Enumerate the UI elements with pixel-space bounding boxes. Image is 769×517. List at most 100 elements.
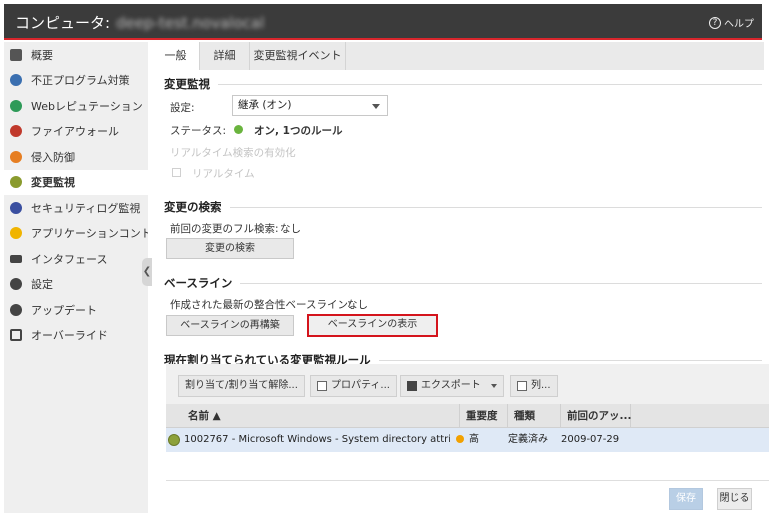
chevron-left-icon: ❮ bbox=[142, 266, 152, 277]
export-button[interactable]: エクスポート bbox=[400, 375, 504, 397]
severity-high-icon bbox=[456, 435, 464, 443]
tab-integrity-events[interactable]: 変更監視イベント bbox=[250, 42, 346, 70]
sidebar-item-label: インタフェース bbox=[31, 252, 108, 266]
export-label: エクスポート bbox=[421, 380, 481, 391]
chevron-down-icon bbox=[490, 384, 497, 388]
help-link[interactable]: ? ヘルプ bbox=[709, 15, 754, 30]
log-inspection-icon bbox=[10, 201, 22, 214]
rule-name-cell: 1002767 - Microsoft Windows - System dir… bbox=[184, 434, 450, 445]
sidebar-item-anti-malware[interactable]: 不正プログラム対策 bbox=[4, 68, 148, 94]
baseline-latest-value: なし bbox=[347, 299, 368, 311]
columns-icon bbox=[517, 381, 527, 391]
help-label: ヘルプ bbox=[724, 19, 754, 30]
last-scan-label: 前回の変更のフル検索: bbox=[170, 223, 279, 235]
sidebar-item-label: アップデート bbox=[31, 303, 97, 317]
sidebar-item-label: 概要 bbox=[31, 48, 53, 62]
sidebar-item-interfaces[interactable]: インタフェース bbox=[4, 246, 148, 272]
section-title: ベースライン bbox=[164, 276, 233, 290]
sidebar-collapse-handle[interactable]: ❮ bbox=[142, 258, 152, 286]
application-control-icon bbox=[10, 227, 22, 240]
close-button[interactable]: 閉じる bbox=[717, 488, 752, 510]
section-divider bbox=[378, 359, 762, 361]
sidebar-item-web-reputation[interactable]: Webレピュテーション bbox=[4, 93, 148, 119]
save-button[interactable]: 保存 bbox=[669, 488, 703, 510]
column-header-type[interactable]: 種類 bbox=[508, 404, 561, 428]
table-row[interactable]: 1002767 - Microsoft Windows - System dir… bbox=[166, 428, 769, 452]
setting-select[interactable]: 継承 (オン) bbox=[232, 95, 388, 116]
scan-section-heading: 変更の検索 bbox=[164, 199, 762, 215]
sidebar-item-application-control[interactable]: アプリケーションコントロール bbox=[4, 221, 148, 247]
section-divider bbox=[240, 282, 762, 284]
rule-severity-cell: 高 bbox=[456, 428, 506, 452]
window-title-prefix: コンピュータ: bbox=[15, 14, 111, 32]
sidebar-item-label: 設定 bbox=[31, 278, 53, 292]
firewall-icon bbox=[10, 125, 22, 138]
sidebar-item-label: Webレピュテーション bbox=[31, 99, 143, 113]
baseline-latest-label: 作成された最新の整合性ベースライン: bbox=[170, 299, 352, 311]
properties-button[interactable]: プロパティ... bbox=[310, 375, 397, 397]
rule-severity-value: 高 bbox=[469, 434, 479, 445]
sidebar-item-label: セキュリティログ監視 bbox=[31, 201, 141, 215]
chevron-down-icon bbox=[372, 104, 380, 109]
baseline-section-heading: ベースライン bbox=[164, 275, 762, 291]
columns-label: 列... bbox=[531, 380, 551, 391]
tab-details[interactable]: 詳細 bbox=[200, 42, 250, 70]
sidebar: 概要 不正プログラム対策 Webレピュテーション ファイアウォール 侵入防御 変… bbox=[4, 42, 148, 513]
rules-table-header: 名前 ▲ 重要度 種類 前回のアッ... bbox=[166, 404, 769, 428]
status-value: オン, 1つのルール bbox=[254, 125, 343, 137]
updates-icon bbox=[10, 303, 22, 316]
window-title: コンピュータ: deep-test.novalocal bbox=[15, 12, 264, 33]
status-label: ステータス: bbox=[170, 125, 227, 137]
web-reputation-icon bbox=[10, 99, 22, 112]
sidebar-item-updates[interactable]: アップデート bbox=[4, 297, 148, 323]
section-divider bbox=[229, 206, 762, 208]
sidebar-item-label: ファイアウォール bbox=[31, 125, 119, 139]
overview-icon bbox=[10, 48, 22, 61]
last-scan-value: なし bbox=[280, 223, 301, 235]
realtime-checkbox[interactable] bbox=[172, 168, 181, 177]
properties-label: プロパティ... bbox=[331, 380, 390, 391]
sidebar-item-label: 侵入防御 bbox=[31, 150, 75, 164]
overrides-icon bbox=[10, 329, 22, 342]
sidebar-item-label: 不正プログラム対策 bbox=[31, 74, 130, 88]
title-bar: コンピュータ: deep-test.novalocal ? ヘルプ bbox=[4, 4, 762, 40]
table-bottom-border bbox=[166, 480, 769, 481]
column-header-severity[interactable]: 重要度 bbox=[460, 404, 508, 428]
rule-updated-cell: 2009-07-29 bbox=[561, 434, 620, 445]
sidebar-item-log-inspection[interactable]: セキュリティログ監視 bbox=[4, 195, 148, 221]
realtime-enable-label: リアルタイム検索の有効化 bbox=[170, 147, 296, 159]
sidebar-item-overview[interactable]: 概要 bbox=[4, 42, 148, 68]
status-on-icon bbox=[234, 125, 243, 134]
sidebar-item-settings[interactable]: 設定 bbox=[4, 272, 148, 298]
sidebar-item-label: アプリケーションコントロール bbox=[31, 227, 148, 241]
sidebar-item-label: オーバーライド bbox=[31, 329, 108, 343]
assign-unassign-label: 割り当て/割り当て解除... bbox=[185, 380, 298, 391]
main-panel: 一般 詳細 変更監視イベント 変更監視 設定: 継承 (オン) ステータス: オ… bbox=[152, 42, 769, 513]
help-icon: ? bbox=[709, 16, 721, 29]
section-title: 変更監視 bbox=[164, 77, 210, 91]
section-divider bbox=[218, 83, 762, 85]
export-icon bbox=[407, 381, 417, 391]
sidebar-item-intrusion-prevention[interactable]: 侵入防御 bbox=[4, 144, 148, 170]
integrity-rule-icon bbox=[168, 434, 180, 446]
interfaces-icon bbox=[10, 254, 22, 263]
intrusion-prevention-icon bbox=[10, 150, 22, 163]
scan-for-changes-button[interactable]: 変更の検索 bbox=[166, 238, 294, 259]
section-title: 変更の検索 bbox=[164, 200, 222, 214]
assign-unassign-button[interactable]: 割り当て/割り当て解除... bbox=[178, 375, 305, 397]
columns-button[interactable]: 列... bbox=[510, 375, 558, 397]
setting-select-value: 継承 (オン) bbox=[238, 99, 292, 111]
sidebar-item-overrides[interactable]: オーバーライド bbox=[4, 323, 148, 349]
sidebar-item-firewall[interactable]: ファイアウォール bbox=[4, 119, 148, 145]
properties-icon bbox=[317, 381, 327, 391]
setting-label: 設定: bbox=[170, 102, 195, 114]
monitoring-section-heading: 変更監視 bbox=[164, 76, 762, 92]
sidebar-item-integrity-monitoring[interactable]: 変更監視 bbox=[4, 169, 148, 195]
integrity-monitoring-icon bbox=[10, 176, 22, 189]
column-header-last-updated[interactable]: 前回のアッ... bbox=[561, 404, 631, 428]
rebuild-baseline-button[interactable]: ベースラインの再構築 bbox=[166, 315, 294, 336]
view-baseline-button[interactable]: ベースラインの表示 bbox=[307, 314, 438, 337]
settings-gear-icon bbox=[10, 278, 22, 291]
column-header-name[interactable]: 名前 ▲ bbox=[182, 404, 460, 428]
tab-general[interactable]: 一般 bbox=[152, 42, 200, 70]
